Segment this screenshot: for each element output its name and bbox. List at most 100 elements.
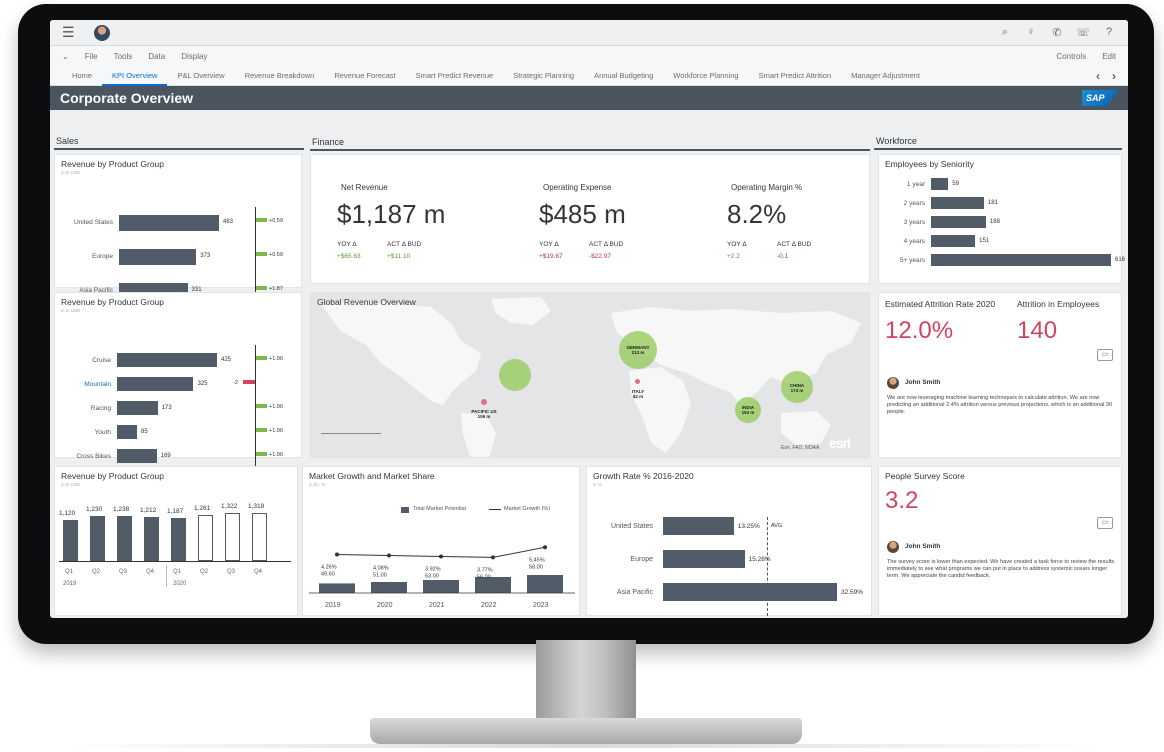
avatar[interactable] — [94, 24, 110, 41]
card-title: People Survey Score — [885, 471, 965, 481]
tab-workforce-planning[interactable]: Workforce Planning — [663, 66, 748, 86]
variance-bar[interactable] — [255, 252, 267, 256]
market-bar[interactable] — [527, 575, 563, 593]
growth-point[interactable] — [491, 555, 495, 560]
bar[interactable] — [117, 353, 217, 367]
comment-icon[interactable]: ▭ — [1097, 349, 1113, 361]
year-label: 2023 — [533, 602, 549, 609]
tab-smart-predict-revenue[interactable]: Smart Predict Revenue — [406, 66, 504, 86]
variance-bar[interactable] — [255, 218, 267, 222]
menu-edit[interactable]: Edit — [1102, 52, 1116, 61]
tab-revenue-breakdown[interactable]: Revenue Breakdown — [235, 66, 325, 86]
card-finance-kpis[interactable]: Net Revenue $1,187 m YOY Δ ACT Δ BUD +$65.63… — [310, 154, 870, 284]
menu-tools[interactable]: Tools — [114, 52, 133, 61]
growth-point[interactable] — [335, 552, 339, 557]
menu-controls[interactable]: Controls — [1056, 52, 1086, 61]
hamburger-icon[interactable]: ☰ — [62, 24, 84, 41]
row-label: Cruise — [92, 357, 111, 364]
tab-next-icon[interactable]: › — [1112, 69, 1116, 83]
bar[interactable] — [931, 178, 949, 190]
chat-icon[interactable]: ☏ — [1076, 26, 1090, 39]
yoy-label: YOY Δ — [727, 241, 747, 248]
variance-value: +0.59 — [269, 218, 283, 224]
growth-point[interactable] — [387, 553, 391, 558]
comment-text: We are now leveraging machine learning t… — [887, 395, 1113, 415]
tab-prev-icon[interactable]: ‹ — [1096, 69, 1100, 83]
growth-point[interactable] — [439, 554, 443, 559]
bar-value: 188 — [989, 219, 1000, 225]
growth-point[interactable] — [543, 545, 547, 550]
column-bar[interactable] — [225, 513, 240, 561]
bar[interactable] — [931, 216, 986, 228]
market-bar[interactable] — [423, 580, 459, 593]
column-bar[interactable] — [252, 513, 267, 561]
variance-bar[interactable] — [243, 380, 255, 384]
market-bar[interactable] — [319, 583, 355, 593]
market-bar[interactable] — [371, 582, 407, 593]
card-employees-seniority[interactable]: Employees by Seniority 1 year 59 2 years 18… — [878, 154, 1125, 284]
variance-bar[interactable] — [255, 356, 267, 360]
bar[interactable] — [117, 425, 137, 439]
menu-file[interactable]: File — [85, 52, 98, 61]
marker-italy[interactable] — [635, 379, 640, 384]
card-survey[interactable]: People Survey Score 3.2 ▭ John Smith The… — [878, 466, 1122, 616]
bar[interactable] — [119, 215, 219, 231]
card-revenue-region[interactable]: Revenue by Product Group in m USD United… — [54, 154, 302, 317]
bar[interactable] — [931, 197, 984, 209]
column-bar[interactable] — [171, 517, 186, 561]
column-bar[interactable] — [117, 516, 132, 561]
bar[interactable] — [931, 235, 976, 247]
tab-smart-predict-attrition[interactable]: Smart Predict Attrition — [749, 66, 842, 86]
tab-pl-overview[interactable]: P&L Overview — [167, 66, 234, 86]
bar[interactable] — [931, 254, 1111, 266]
column-bar[interactable] — [198, 515, 213, 561]
column-bar[interactable] — [90, 516, 105, 561]
bar[interactable] — [663, 517, 734, 535]
year-label: 2020 — [377, 602, 393, 609]
tab-manager-adjustment[interactable]: Manager Adjustment — [841, 66, 930, 86]
card-attrition[interactable]: Estimated Attrition Rate 2020 Attrition … — [878, 292, 1122, 458]
tab-revenue-forecast[interactable]: Revenue Forecast — [324, 66, 405, 86]
bar-value: 425 — [221, 357, 232, 363]
variance-bar[interactable] — [255, 286, 267, 290]
search-icon[interactable]: ⌕ — [998, 26, 1012, 39]
year-label: 2020 — [173, 581, 187, 587]
megaphone-icon[interactable]: ✆ — [1050, 26, 1064, 39]
bubble-us-east[interactable] — [499, 359, 531, 391]
bar[interactable] — [117, 377, 194, 391]
menu-data[interactable]: Data — [148, 52, 165, 61]
column-bar[interactable] — [63, 520, 78, 561]
bar-value: 181 — [987, 200, 998, 206]
shell-bar: ☰ ⌕ ♀ ✆ ☏ ? — [50, 20, 1128, 46]
variance-bar[interactable] — [255, 452, 267, 456]
comment-icon[interactable]: ▭ — [1097, 517, 1113, 529]
section-finance: Finance — [310, 135, 870, 151]
card-market-growth[interactable]: Market Growth and Market Share in bn, % … — [302, 466, 580, 616]
bar[interactable] — [119, 249, 197, 265]
card-quarterly-revenue[interactable]: Revenue by Product Group in m USD 1,120 Q… — [54, 466, 298, 616]
card-revenue-product[interactable]: Revenue by Product Group in m USD Cruise… — [54, 292, 302, 473]
tab-home[interactable]: Home — [62, 66, 102, 86]
bar-value: 325 — [197, 381, 208, 387]
monitor-stand-base — [370, 718, 802, 744]
card-growth-rate[interactable]: Growth Rate % 2016-2020 in % United Stat… — [586, 466, 872, 618]
card-global-revenue-map[interactable]: Global Revenue Overview GERMANY 213 m ITA… — [310, 292, 870, 458]
bar[interactable] — [663, 550, 745, 568]
bar[interactable] — [117, 449, 157, 463]
variance-bar[interactable] — [255, 428, 267, 432]
help-icon[interactable]: ? — [1102, 26, 1116, 39]
quarter-label: Q4 — [146, 569, 155, 575]
bar[interactable] — [117, 401, 158, 415]
tab-strategic-planning[interactable]: Strategic Planning — [503, 66, 584, 86]
menu-display[interactable]: Display — [181, 52, 207, 61]
marker-pacific-us[interactable] — [481, 399, 487, 405]
bar[interactable] — [663, 583, 837, 601]
quarter-label: Q3 — [119, 569, 128, 575]
tab-annual-budgeting[interactable]: Annual Budgeting — [584, 66, 663, 86]
lightbulb-icon[interactable]: ♀ — [1024, 26, 1038, 39]
collapse-chevron-icon[interactable]: ⌄ — [62, 52, 69, 61]
variance-bar[interactable] — [255, 404, 267, 408]
tab-kpi-overview[interactable]: KPI Overview — [102, 66, 168, 86]
map-label-india: INDIA 154 m — [733, 405, 763, 415]
column-bar[interactable] — [144, 516, 159, 561]
